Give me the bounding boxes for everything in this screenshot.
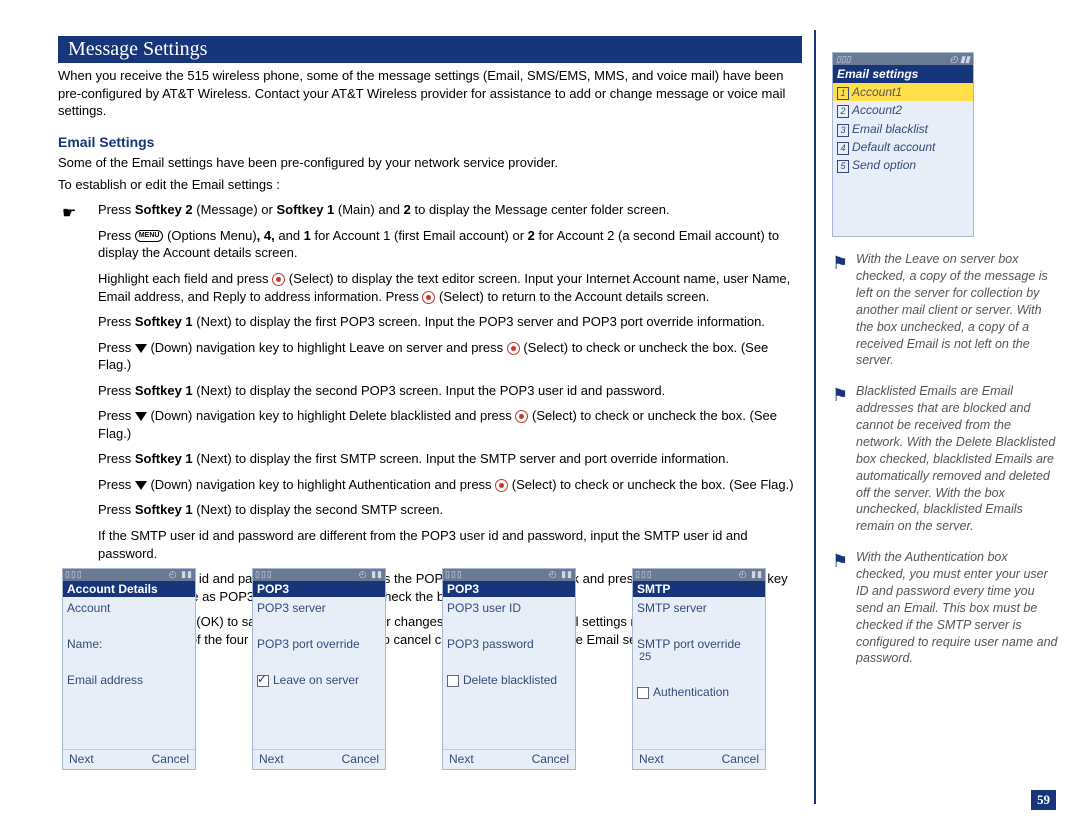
step-item: Press (Down) navigation key to highlight…	[58, 476, 802, 494]
flag-icon: ⚑	[832, 251, 848, 275]
side-phone-screenshot: ▯▯▯◴ ▮▮Email settings1Account12Account23…	[832, 52, 974, 237]
step-item: Press Softkey 1 (Next) to display the fi…	[58, 450, 802, 468]
select-icon	[515, 410, 528, 423]
step-item: Highlight each field and press (Select) …	[58, 270, 802, 305]
body-line-2: To establish or edit the Email settings …	[58, 176, 802, 195]
step-item: Press Softkey 1 (Next) to display the se…	[58, 501, 802, 519]
flag-note: ⚑With the Leave on server box checked, a…	[832, 251, 1058, 369]
phone-screenshot: ▯▯▯◴ ▮▮POP3POP3 user IDPOP3 passwordDele…	[442, 568, 576, 770]
select-icon	[507, 342, 520, 355]
phone-screenshot-row: ▯▯▯◴ ▮▮Account DetailsAccountName:Email …	[62, 568, 766, 770]
down-arrow-icon	[135, 481, 147, 490]
step-item: Press Softkey 1 (Next) to display the se…	[58, 382, 802, 400]
step-item: Press (Down) navigation key to highlight…	[58, 407, 802, 442]
flag-note: ⚑With the Authentication box checked, yo…	[832, 549, 1058, 667]
flag-icon: ⚑	[832, 549, 848, 573]
divider-line	[814, 30, 816, 804]
side-column: ▯▯▯◴ ▮▮Email settings1Account12Account23…	[832, 52, 1058, 681]
step-item: Press (Down) navigation key to highlight…	[58, 339, 802, 374]
phone-screenshot: ▯▯▯◴ ▮▮SMTPSMTP serverSMTP port override…	[632, 568, 766, 770]
pointer-icon: ☛	[62, 203, 76, 225]
phone-screenshot: ▯▯▯◴ ▮▮POP3POP3 serverPOP3 port override…	[252, 568, 386, 770]
main-column: Message Settings When you receive the 51…	[58, 36, 802, 656]
page-title: Message Settings	[58, 36, 802, 63]
flag-icon: ⚑	[832, 383, 848, 407]
select-icon	[272, 273, 285, 286]
select-icon	[495, 479, 508, 492]
step-item: Press MENU (Options Menu), 4, and 1 for …	[58, 227, 802, 262]
body-line-1: Some of the Email settings have been pre…	[58, 154, 802, 173]
down-arrow-icon	[135, 412, 147, 421]
phone-screenshot: ▯▯▯◴ ▮▮Account DetailsAccountName:Email …	[62, 568, 196, 770]
intro-text: When you receive the 515 wireless phone,…	[58, 67, 802, 120]
select-icon	[422, 291, 435, 304]
flag-note: ⚑Blacklisted Emails are Email addresses …	[832, 383, 1058, 535]
section-heading: Email Settings	[58, 134, 802, 150]
step-item: Press Softkey 1 (Next) to display the fi…	[58, 313, 802, 331]
down-arrow-icon	[135, 344, 147, 353]
step-item: If the SMTP user id and password are dif…	[58, 527, 802, 562]
page-number: 59	[1031, 790, 1056, 810]
menu-icon: MENU	[135, 230, 164, 242]
step-item: ☛Press Softkey 2 (Message) or Softkey 1 …	[58, 201, 802, 219]
